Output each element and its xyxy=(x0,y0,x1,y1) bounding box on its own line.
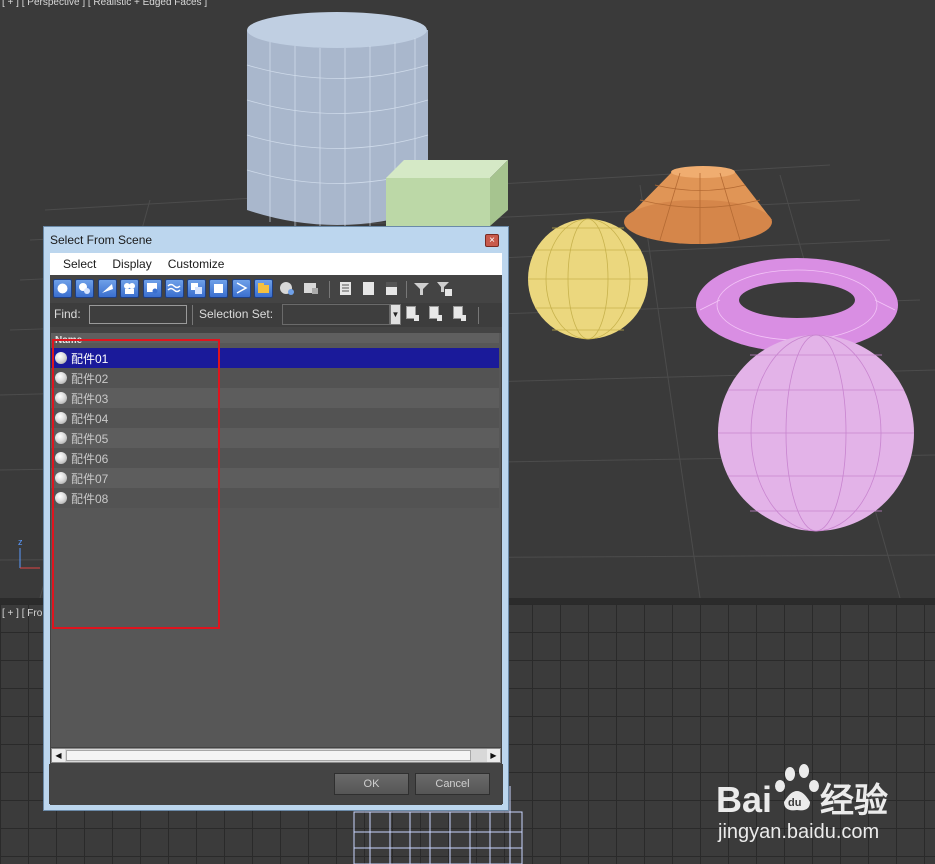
display-bones-icon[interactable] xyxy=(232,279,251,298)
scroll-left-icon[interactable]: ◀ xyxy=(52,749,65,762)
find-label: Find: xyxy=(54,307,81,321)
select-none-icon[interactable] xyxy=(359,279,378,298)
find-row-separator xyxy=(478,307,479,324)
find-separator xyxy=(192,305,193,325)
display-frozen-icon[interactable] xyxy=(278,279,297,298)
menu-customize[interactable]: Customize xyxy=(168,257,225,271)
cancel-button[interactable]: Cancel xyxy=(415,773,490,795)
viewport-label-top[interactable]: [ + ] [ Perspective ] [ Realistic + Edge… xyxy=(2,0,207,8)
display-hidden-icon[interactable] xyxy=(301,279,320,298)
cone-object xyxy=(624,166,772,244)
select-invert-icon[interactable] xyxy=(382,279,401,298)
menu-select[interactable]: Select xyxy=(63,257,96,271)
scrollbar-thumb[interactable] xyxy=(66,750,471,761)
svg-text:z: z xyxy=(18,537,23,547)
box-object xyxy=(386,160,508,226)
display-cameras-icon[interactable] xyxy=(120,279,139,298)
dialog-button-bar: OK Cancel xyxy=(49,764,503,804)
brand-du-text: du xyxy=(788,797,801,809)
display-spacewarps-icon[interactable] xyxy=(165,279,184,298)
close-button[interactable]: × xyxy=(485,234,499,247)
menu-bar: Select Display Customize xyxy=(50,253,502,275)
toolbar-separator xyxy=(406,281,407,298)
pink-sphere-object xyxy=(718,334,914,532)
brand-text: Bai xyxy=(716,779,772,820)
find-input[interactable] xyxy=(89,305,187,324)
list-horizontal-scrollbar[interactable]: ◀ ▶ xyxy=(51,748,501,763)
display-containers-icon[interactable] xyxy=(254,279,273,298)
find-row: Find: Selection Set: ▼ xyxy=(50,303,502,327)
yellow-sphere-object xyxy=(528,218,648,340)
toolbar-separator xyxy=(329,281,330,298)
ok-button[interactable]: OK xyxy=(334,773,409,795)
scroll-right-icon[interactable]: ▶ xyxy=(487,749,500,762)
display-shapes-icon[interactable] xyxy=(75,279,94,298)
annotation-highlight-box xyxy=(52,339,220,629)
display-xrefs-icon[interactable] xyxy=(209,279,228,298)
menu-display[interactable]: Display xyxy=(112,257,151,271)
display-helpers-icon[interactable] xyxy=(143,279,162,298)
selection-set-dropdown[interactable] xyxy=(282,304,390,325)
chevron-down-icon[interactable]: ▼ xyxy=(390,304,401,325)
filter-icon[interactable] xyxy=(412,279,431,298)
toolbar xyxy=(50,279,502,301)
axis-gizmo: z xyxy=(18,537,40,569)
select-all-icon[interactable] xyxy=(336,279,355,298)
close-icon: × xyxy=(489,235,495,246)
display-lights-icon[interactable] xyxy=(98,279,117,298)
viewport-label-bottom[interactable]: [ + ] [ Fro xyxy=(2,608,42,619)
url-text: jingyan.baidu.com xyxy=(717,821,879,843)
selection-set-label: Selection Set: xyxy=(199,307,274,321)
baidu-logo: Bai 经验 jingyan.baidu.com du xyxy=(716,764,888,843)
filter-options-icon[interactable] xyxy=(435,279,454,298)
display-groups-icon[interactable] xyxy=(187,279,206,298)
display-geometry-icon[interactable] xyxy=(53,279,72,298)
baidu-watermark: Bai 经验 jingyan.baidu.com du xyxy=(716,762,931,858)
dialog-title: Select From Scene xyxy=(50,233,153,247)
brand-tail-text: 经验 xyxy=(820,781,888,820)
